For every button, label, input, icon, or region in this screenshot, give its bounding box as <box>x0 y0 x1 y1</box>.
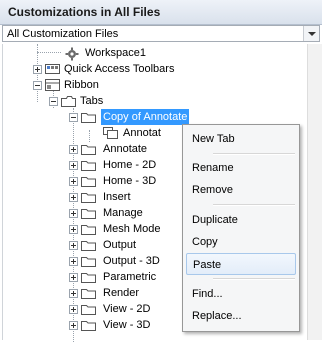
collapse-icon[interactable] <box>69 113 78 122</box>
expand-icon[interactable] <box>33 65 42 74</box>
expand-icon[interactable] <box>69 209 78 218</box>
expand-icon[interactable] <box>69 161 78 170</box>
folder-icon <box>81 319 96 331</box>
tree-item-label: Output <box>103 239 137 251</box>
menu-item-duplicate[interactable]: Duplicate <box>186 209 296 231</box>
menu-item-copy[interactable]: Copy <box>186 231 296 253</box>
expand-icon[interactable] <box>69 257 78 266</box>
folder-icon <box>81 191 96 203</box>
expand-icon[interactable] <box>69 273 78 282</box>
expand-icon[interactable] <box>69 193 78 202</box>
folder-icon <box>81 239 96 251</box>
tree-item-label: Annotat <box>123 127 161 139</box>
expand-icon[interactable] <box>69 145 78 154</box>
menu-item-find[interactable]: Find... <box>186 283 296 305</box>
folder-icon <box>81 223 96 235</box>
tree-item-label: View - 3D <box>103 319 151 331</box>
context-menu: New Tab Rename Remove Duplicate Copy Pas… <box>182 124 300 332</box>
expand-icon[interactable] <box>69 225 78 234</box>
workspace-gear-icon <box>65 47 80 61</box>
tree-item-label: Copy of Annotate <box>101 109 190 125</box>
menu-item-paste[interactable]: Paste <box>186 253 296 275</box>
folder-icon <box>81 303 96 315</box>
folder-icon <box>81 111 96 123</box>
panel-icon <box>103 127 118 139</box>
tabs-icon <box>61 95 76 107</box>
tree-item-label: Home - 3D <box>103 175 157 187</box>
panel-titlebar: Customizations in All Files <box>0 0 322 25</box>
tree-item-label: Insert <box>103 191 131 203</box>
tree-connector <box>37 52 61 53</box>
panel-title: Customizations in All Files <box>8 5 161 19</box>
menu-separator <box>213 278 295 280</box>
ribbon-icon <box>45 79 60 91</box>
folder-icon <box>81 207 96 219</box>
tree-item-label: Manage <box>103 207 143 219</box>
customizations-panel: Customizations in All Files All Customiz… <box>0 0 322 342</box>
menu-item-replace[interactable]: Replace... <box>186 305 296 327</box>
customization-file-value: All Customization Files <box>7 28 119 40</box>
folder-icon <box>81 271 96 283</box>
tree-item-label: Annotate <box>103 143 148 155</box>
folder-icon <box>81 175 96 187</box>
chevron-down-icon[interactable] <box>303 26 319 41</box>
expand-icon[interactable] <box>69 321 78 330</box>
expand-icon[interactable] <box>69 177 78 186</box>
tree-item-label: Parametric <box>103 271 157 283</box>
menu-item-remove[interactable]: Remove <box>186 179 296 201</box>
folder-icon <box>81 287 96 299</box>
tree-item-label: Tabs <box>80 95 104 107</box>
menu-item-rename[interactable]: Rename <box>186 157 296 179</box>
folder-icon <box>81 143 96 155</box>
tree-item-label: Ribbon <box>64 79 99 91</box>
tree-item-label: Mesh Mode <box>103 223 161 235</box>
tree-item-label: Render <box>103 287 140 299</box>
collapse-icon[interactable] <box>49 97 58 106</box>
expand-icon[interactable] <box>69 289 78 298</box>
toolbar-icon <box>45 63 60 75</box>
tree-item-label: Output - 3D <box>103 255 160 267</box>
menu-separator <box>213 204 295 206</box>
customization-file-dropdown[interactable]: All Customization Files <box>2 25 320 42</box>
tree-scrollbar[interactable] <box>307 44 322 340</box>
folder-icon <box>81 159 96 171</box>
expand-icon[interactable] <box>69 241 78 250</box>
tree-item-label: View - 2D <box>103 303 151 315</box>
collapse-icon[interactable] <box>33 81 42 90</box>
expand-icon[interactable] <box>69 305 78 314</box>
folder-icon <box>81 255 96 267</box>
tree-connector <box>89 130 90 142</box>
menu-separator <box>213 153 295 155</box>
menu-item-new-tab[interactable]: New Tab <box>186 128 296 150</box>
tree-item-label: Home - 2D <box>103 159 157 171</box>
tree-item-label: Workspace1 <box>85 47 146 59</box>
tree-item-label: Quick Access Toolbars <box>64 63 175 75</box>
